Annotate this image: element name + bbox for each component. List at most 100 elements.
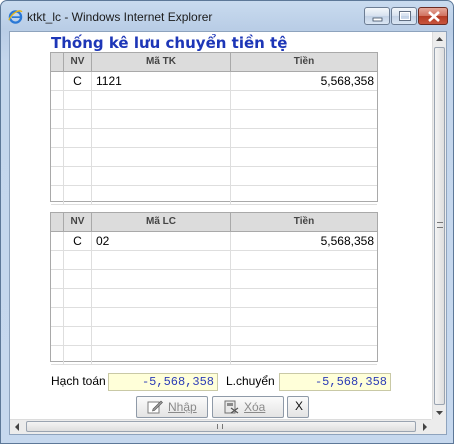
row-selector[interactable] — [51, 346, 64, 364]
cell-nv[interactable]: C — [64, 72, 92, 90]
cell-ma-lc[interactable] — [92, 289, 231, 307]
table-row[interactable] — [51, 186, 377, 205]
cell-ma-lc[interactable]: 02 — [92, 232, 231, 250]
row-selector[interactable] — [51, 308, 64, 326]
table-row[interactable] — [51, 289, 377, 308]
column-header-tien[interactable]: Tiền — [231, 53, 377, 71]
cell-tien[interactable] — [231, 251, 377, 269]
cell-nv[interactable] — [64, 148, 92, 166]
horizontal-scrollbar[interactable] — [10, 419, 432, 434]
minimize-icon — [372, 17, 383, 22]
cell-tien[interactable] — [231, 346, 377, 364]
cell-nv[interactable] — [64, 327, 92, 345]
cell-ma-lc[interactable] — [92, 308, 231, 326]
cell-ma-tk[interactable] — [92, 110, 231, 128]
row-selector[interactable] — [51, 186, 64, 204]
cell-tien[interactable] — [231, 148, 377, 166]
row-selector[interactable] — [51, 289, 64, 307]
cell-nv[interactable] — [64, 289, 92, 307]
row-selector[interactable] — [51, 251, 64, 269]
cell-tien[interactable]: 5,568,358 — [231, 232, 377, 250]
cell-tien[interactable] — [231, 186, 377, 204]
scroll-left-icon[interactable] — [10, 420, 25, 434]
vertical-scrollbar[interactable] — [432, 32, 446, 420]
row-selector[interactable] — [51, 91, 64, 109]
nhap-button[interactable]: Nhập — [136, 396, 208, 418]
cashflow-grid: NV Mã LC Tiền C 02 5,568,358 — [50, 212, 378, 365]
cell-ma-lc[interactable] — [92, 327, 231, 345]
hach-toan-field[interactable]: -5,568,358 — [108, 373, 218, 391]
cell-ma-tk[interactable] — [92, 91, 231, 109]
table-row[interactable] — [51, 167, 377, 186]
cell-ma-tk[interactable] — [92, 129, 231, 147]
table-row[interactable] — [51, 148, 377, 167]
row-selector[interactable] — [51, 129, 64, 147]
row-selector-header — [51, 213, 64, 231]
xoa-button[interactable]: Xóa — [212, 396, 284, 418]
row-selector[interactable] — [51, 327, 64, 345]
vertical-scroll-thumb[interactable] — [434, 47, 445, 405]
cell-tien[interactable] — [231, 270, 377, 288]
table-row[interactable] — [51, 327, 377, 346]
row-selector[interactable] — [51, 148, 64, 166]
title-bar[interactable]: ktkt_lc - Windows Internet Explorer — [1, 1, 453, 31]
table-row[interactable] — [51, 110, 377, 129]
cell-tien[interactable] — [231, 110, 377, 128]
close-form-button[interactable]: X — [287, 396, 309, 418]
column-header-nv[interactable]: NV — [64, 213, 92, 231]
row-selector[interactable] — [51, 167, 64, 185]
cell-ma-lc[interactable] — [92, 270, 231, 288]
cell-nv[interactable] — [64, 308, 92, 326]
horizontal-scroll-thumb[interactable] — [26, 421, 416, 432]
cell-nv[interactable] — [64, 346, 92, 364]
cell-ma-lc[interactable] — [92, 251, 231, 269]
maximize-button[interactable] — [391, 7, 417, 25]
scroll-grip — [217, 424, 223, 429]
cell-tien[interactable] — [231, 289, 377, 307]
row-selector[interactable] — [51, 232, 64, 250]
table-row[interactable]: C 02 5,568,358 — [51, 232, 377, 251]
cell-nv[interactable] — [64, 186, 92, 204]
cell-nv[interactable] — [64, 167, 92, 185]
cell-nv[interactable] — [64, 270, 92, 288]
column-header-nv[interactable]: NV — [64, 53, 92, 71]
cell-ma-tk[interactable]: 1121 — [92, 72, 231, 90]
close-window-button[interactable] — [418, 7, 448, 25]
cell-nv[interactable]: C — [64, 232, 92, 250]
luu-chuyen-field[interactable]: -5,568,358 — [279, 373, 391, 391]
row-selector[interactable] — [51, 72, 64, 90]
table-row[interactable] — [51, 346, 377, 365]
cell-tien[interactable] — [231, 327, 377, 345]
cell-tien[interactable] — [231, 91, 377, 109]
cell-nv[interactable] — [64, 251, 92, 269]
scroll-down-icon[interactable] — [433, 406, 446, 420]
cell-nv[interactable] — [64, 91, 92, 109]
scroll-up-icon[interactable] — [433, 32, 446, 46]
cell-ma-lc[interactable] — [92, 346, 231, 364]
table-row[interactable] — [51, 91, 377, 110]
page-title: Thống kê lưu chuyển tiền tệ — [51, 34, 288, 52]
table-row[interactable] — [51, 308, 377, 327]
scroll-right-icon[interactable] — [417, 420, 432, 434]
cell-tien[interactable]: 5,568,358 — [231, 72, 377, 90]
table-row[interactable] — [51, 270, 377, 289]
table-row[interactable] — [51, 251, 377, 270]
table-row[interactable]: C 1121 5,568,358 — [51, 72, 377, 91]
cell-tien[interactable] — [231, 129, 377, 147]
page-content: Thống kê lưu chuyển tiền tệ NV Mã TK Tiề… — [9, 31, 447, 435]
minimize-button[interactable] — [364, 7, 390, 25]
row-selector[interactable] — [51, 110, 64, 128]
column-header-ma-lc[interactable]: Mã LC — [92, 213, 231, 231]
cell-ma-tk[interactable] — [92, 148, 231, 166]
cell-tien[interactable] — [231, 308, 377, 326]
cell-nv[interactable] — [64, 110, 92, 128]
cell-nv[interactable] — [64, 129, 92, 147]
table-row[interactable] — [51, 129, 377, 148]
cell-ma-tk[interactable] — [92, 186, 231, 204]
column-header-ma-tk[interactable]: Mã TK — [92, 53, 231, 71]
hach-toan-label: Hạch toán — [51, 374, 106, 388]
cell-ma-tk[interactable] — [92, 167, 231, 185]
cell-tien[interactable] — [231, 167, 377, 185]
row-selector[interactable] — [51, 270, 64, 288]
column-header-tien[interactable]: Tiền — [231, 213, 377, 231]
